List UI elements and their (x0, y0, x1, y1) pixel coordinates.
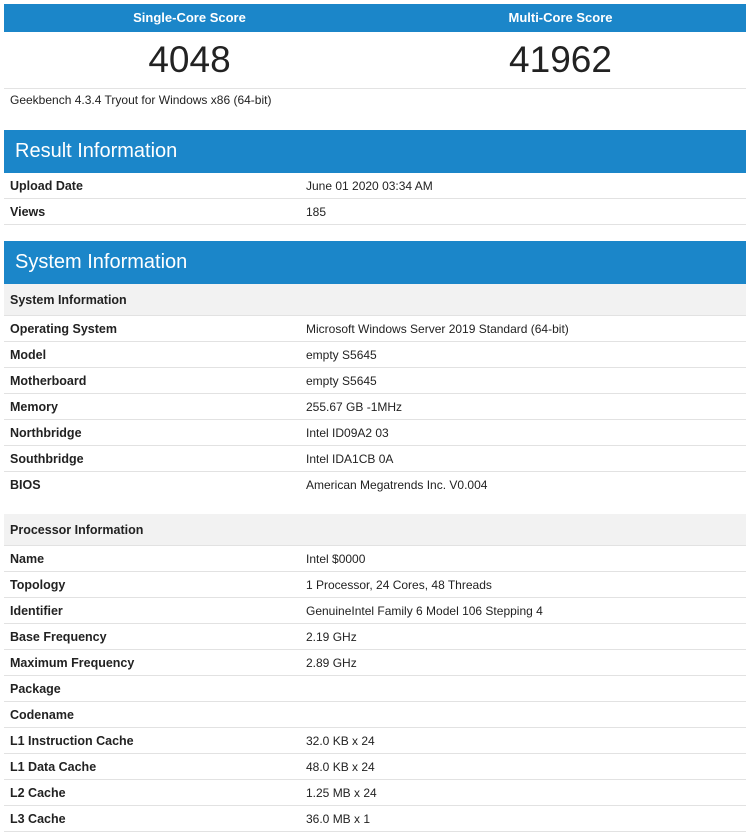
row-key: L2 Cache (10, 785, 66, 800)
row-value: empty S5645 (306, 347, 377, 362)
row-key: Operating System (10, 321, 117, 336)
row-key: Northbridge (10, 425, 82, 440)
result-information-table: Upload Date June 01 2020 03:34 AM Views … (4, 173, 746, 225)
system-information-title: System Information (4, 241, 746, 284)
row-value: 255.67 GB -1MHz (306, 399, 403, 414)
section-header-processor: Processor Information (4, 514, 746, 546)
table-row: Base Frequency 2.19 GHz (4, 624, 746, 650)
row-key: Topology (10, 577, 66, 592)
score-header: Single-Core Score Multi-Core Score (4, 4, 746, 32)
table-row: Upload Date June 01 2020 03:34 AM (4, 173, 746, 199)
row-value: 36.0 MB x 1 (306, 811, 371, 826)
table-row: L2 Cache 1.25 MB x 24 (4, 780, 746, 806)
row-key: Motherboard (10, 373, 87, 388)
row-value: 32.0 KB x 24 (306, 733, 375, 748)
row-value: empty S5645 (306, 373, 377, 388)
score-values: 4048 41962 (4, 32, 746, 89)
row-value: 2.89 GHz (306, 655, 357, 670)
row-value: June 01 2020 03:34 AM (306, 178, 433, 193)
single-core-label: Single-Core Score (133, 10, 246, 25)
table-row: Northbridge Intel ID09A2 03 (4, 420, 746, 446)
row-key: Codename (10, 707, 74, 722)
table-row: L3 Cache 36.0 MB x 1 (4, 806, 746, 832)
row-value: Intel IDA1CB 0A (306, 451, 394, 466)
row-key: Maximum Frequency (10, 655, 135, 670)
row-value: 48.0 KB x 24 (306, 759, 375, 774)
table-row: Model empty S5645 (4, 342, 746, 368)
row-key: L3 Cache (10, 811, 66, 826)
table-row: Motherboard empty S5645 (4, 368, 746, 394)
row-value: Microsoft Windows Server 2019 Standard (… (306, 321, 569, 336)
result-information-title: Result Information (4, 130, 746, 173)
system-information-table: System Information Operating System Micro… (4, 284, 746, 832)
row-key: Base Frequency (10, 629, 107, 644)
row-key: Model (10, 347, 47, 362)
table-row: Topology 1 Processor, 24 Cores, 48 Thread… (4, 572, 746, 598)
row-key: Package (10, 681, 61, 696)
table-row: Southbridge Intel IDA1CB 0A (4, 446, 746, 472)
row-key: Memory (10, 399, 58, 414)
multi-core-label: Multi-Core Score (508, 10, 613, 25)
table-row: Views 185 (4, 199, 746, 225)
row-value: 1.25 MB x 24 (306, 785, 377, 800)
table-row: Memory 255.67 GB -1MHz (4, 394, 746, 420)
version-text: Geekbench 4.3.4 Tryout for Windows x86 (… (10, 93, 272, 107)
table-row: BIOS American Megatrends Inc. V0.004 (4, 472, 746, 498)
single-core-score: 4048 (148, 39, 231, 80)
row-value: Intel $0000 (306, 551, 366, 566)
row-key: Name (10, 551, 45, 566)
row-value: 2.19 GHz (306, 629, 357, 644)
row-key: L1 Instruction Cache (10, 733, 134, 748)
row-key: Southbridge (10, 451, 84, 466)
row-key: L1 Data Cache (10, 759, 97, 774)
table-row: Codename (4, 702, 746, 728)
row-key: BIOS (10, 478, 41, 492)
row-key: Upload Date (10, 178, 83, 193)
row-value: GenuineIntel Family 6 Model 106 Stepping… (306, 603, 543, 618)
table-row: Identifier GenuineIntel Family 6 Model 10… (4, 598, 746, 624)
row-value: 1 Processor, 24 Cores, 48 Threads (306, 577, 492, 592)
row-value: Intel ID09A2 03 (306, 425, 389, 440)
table-row: Maximum Frequency 2.89 GHz (4, 650, 746, 676)
table-row: Package (4, 676, 746, 702)
row-value: 185 (306, 204, 327, 219)
multi-core-score: 41962 (509, 39, 612, 80)
row-key: Identifier (10, 603, 63, 618)
table-row: L1 Instruction Cache 32.0 KB x 24 (4, 728, 746, 754)
row-value: American Megatrends Inc. V0.004 (306, 478, 488, 492)
table-row: Name Intel $0000 (4, 546, 746, 572)
table-row: L1 Data Cache 48.0 KB x 24 (4, 754, 746, 780)
section-header-system: System Information (4, 284, 746, 316)
score-summary: Single-Core Score Multi-Core Score 4048 … (4, 4, 746, 89)
row-key: Views (10, 204, 46, 219)
table-row: Operating System Microsoft Windows Server… (4, 316, 746, 342)
